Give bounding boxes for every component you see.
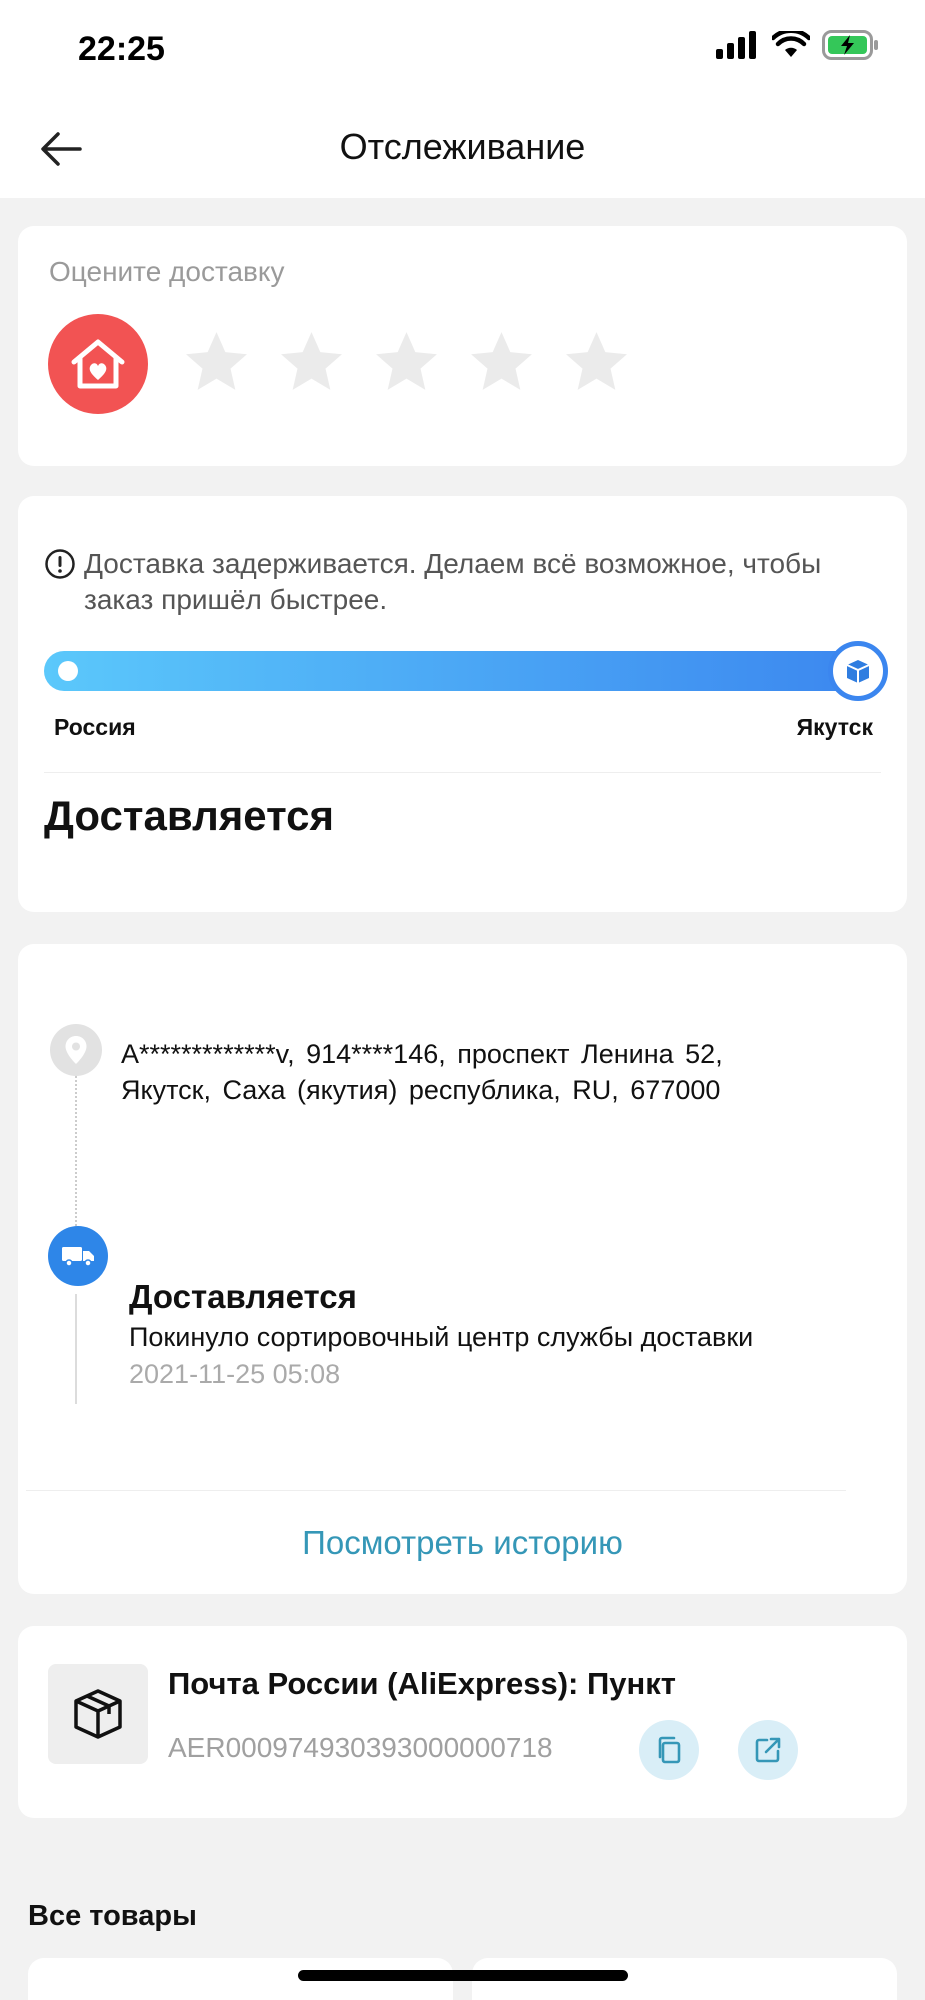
- parcel-icon: [828, 641, 888, 701]
- home-indicator[interactable]: [298, 1970, 628, 1981]
- delivery-status-title: Доставляется: [44, 792, 334, 839]
- delivery-address: A*************v, 914****146, проспект Ле…: [121, 1039, 723, 1105]
- star-rating: [180, 326, 633, 399]
- copy-tracking-button[interactable]: [639, 1720, 699, 1780]
- timeline-connector: [75, 1076, 77, 1226]
- open-carrier-button[interactable]: [738, 1720, 798, 1780]
- rating-card: Оцените доставку: [18, 226, 907, 466]
- star-5-icon[interactable]: [560, 326, 633, 399]
- package-box-icon: [48, 1664, 148, 1764]
- divider: [44, 772, 881, 773]
- alert-icon: [45, 549, 75, 579]
- destination-label: Якутск: [796, 714, 873, 740]
- event-timestamp: 2021-11-25 05:08: [129, 1359, 341, 1389]
- page-title: Отслеживание: [339, 126, 586, 167]
- progress-start-dot: [58, 661, 78, 681]
- copy-icon: [658, 1736, 681, 1764]
- status-time: 22:25: [78, 30, 165, 68]
- event-description: Покинуло сортировочный центр службы дост…: [129, 1322, 754, 1352]
- delay-text: Доставка задерживается. Делаем всё возмо…: [84, 548, 822, 615]
- origin-label: Россия: [54, 714, 136, 740]
- tracking-card: A*************v, 914****146, проспект Ле…: [18, 944, 907, 1594]
- divider: [26, 1490, 846, 1491]
- truck-icon: [48, 1226, 108, 1286]
- timeline-line: [75, 1294, 77, 1404]
- star-4-icon[interactable]: [465, 326, 538, 399]
- delivery-progress-bar: [44, 641, 888, 701]
- rating-label: Оцените доставку: [49, 256, 285, 287]
- nav-bar: Отслеживание: [0, 100, 925, 198]
- delay-notice: Доставка задерживается. Делаем всё возмо…: [44, 546, 864, 618]
- tracking-number: AER000974930393000000718: [168, 1732, 553, 1763]
- battery-icon: [822, 30, 878, 60]
- status-bar: 22:25: [0, 0, 925, 100]
- event-title: Доставляется: [129, 1278, 357, 1315]
- star-3-icon[interactable]: [370, 326, 443, 399]
- star-1-icon[interactable]: [180, 326, 253, 399]
- location-pin-icon: [50, 1024, 102, 1076]
- wifi-icon: [772, 31, 810, 57]
- view-history-link[interactable]: Посмотреть историю: [18, 1524, 907, 1562]
- signal-icon: [716, 31, 756, 59]
- external-link-icon: [755, 1737, 781, 1763]
- home-heart-icon: [48, 314, 148, 414]
- carrier-card: Почта России (AliExpress): Пункт AER0009…: [18, 1626, 907, 1818]
- carrier-name: Почта России (AliExpress): Пункт: [168, 1666, 676, 1701]
- status-icons: [716, 30, 880, 60]
- delivery-status-card: Доставка задерживается. Делаем всё возмо…: [18, 496, 907, 912]
- all-goods-heading: Все товары: [28, 1900, 197, 1932]
- star-2-icon[interactable]: [275, 326, 348, 399]
